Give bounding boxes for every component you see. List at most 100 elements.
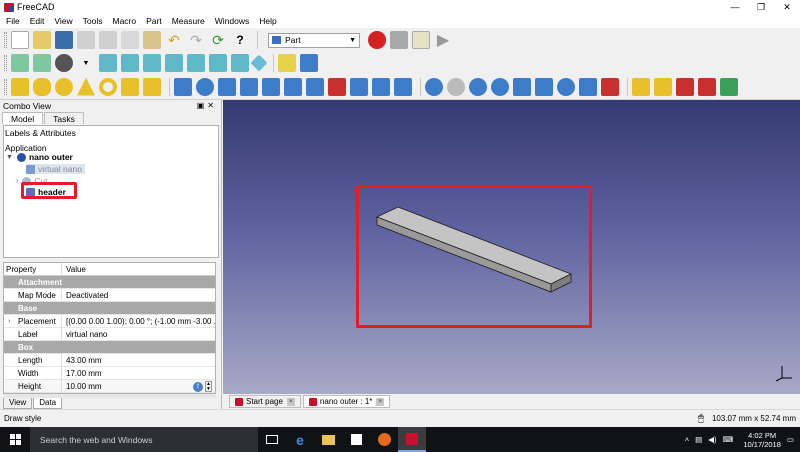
expression-icon[interactable]: f — [193, 381, 203, 392]
primitives-icon[interactable] — [121, 77, 139, 96]
rear-view-icon[interactable] — [187, 54, 205, 72]
expand-icon[interactable]: ▼ — [6, 154, 13, 161]
3d-viewport[interactable] — [223, 100, 800, 394]
split-icon[interactable] — [535, 77, 553, 96]
redo-icon[interactable]: ↷ — [187, 31, 205, 49]
record-macro-icon[interactable] — [368, 31, 386, 49]
open-folder-icon[interactable] — [33, 31, 51, 49]
menu-view[interactable]: View — [50, 16, 78, 26]
menu-measure[interactable]: Measure — [168, 16, 211, 26]
keyboard-icon[interactable]: ⌨ — [723, 435, 734, 444]
taskbar-search[interactable]: Search the web and Windows — [30, 427, 258, 452]
property-value[interactable]: Deactivated — [62, 291, 108, 300]
measure-refresh-icon[interactable] — [676, 77, 694, 96]
notifications-icon[interactable]: ▭ — [787, 435, 794, 444]
section-icon[interactable] — [372, 77, 390, 96]
clock[interactable]: 4:02 PM 10/17/2018 — [743, 431, 781, 449]
property-row[interactable]: Map Mode Deactivated — [4, 288, 215, 302]
check-geometry-icon[interactable] — [579, 77, 597, 96]
paste-icon[interactable] — [143, 31, 161, 49]
cube-icon[interactable] — [11, 77, 29, 96]
make-face-icon[interactable] — [284, 77, 302, 96]
cylinder-icon[interactable] — [33, 77, 51, 96]
ruled-surface-icon[interactable] — [306, 77, 324, 96]
revolve-icon[interactable] — [196, 77, 214, 96]
loft-icon[interactable] — [328, 77, 346, 96]
offset-icon[interactable] — [394, 77, 412, 96]
create-group-icon[interactable] — [300, 54, 318, 72]
stop-macro-icon[interactable] — [390, 31, 408, 49]
property-row[interactable]: Length 43.00 mm — [4, 353, 215, 367]
measure-linear-icon[interactable] — [632, 77, 650, 96]
mouse-icon[interactable]: 🖱 — [698, 413, 704, 424]
chevron-down-icon[interactable]: ▼ — [77, 54, 95, 72]
shape-builder-icon[interactable] — [143, 77, 161, 96]
property-row[interactable]: Label virtual nano — [4, 327, 215, 341]
edge-browser-icon[interactable]: e — [286, 427, 314, 452]
defeaturing-icon[interactable] — [601, 77, 619, 96]
menu-file[interactable]: File — [2, 16, 26, 26]
tree-item-virtual-nano[interactable]: virtual nano — [26, 164, 85, 174]
start-button[interactable] — [0, 427, 30, 452]
menu-edit[interactable]: Edit — [26, 16, 51, 26]
torus-icon[interactable] — [99, 77, 117, 96]
tree-item-nano-outer[interactable]: ▼ nano outer — [6, 152, 73, 162]
create-part-icon[interactable] — [278, 54, 296, 72]
tab-nano-outer[interactable]: nano outer : 1* ✕ — [302, 395, 391, 408]
volume-icon[interactable]: ◀) — [708, 435, 716, 444]
extrude-icon[interactable] — [174, 77, 192, 96]
boolean-icon[interactable] — [425, 77, 443, 96]
tab-model[interactable]: Model — [2, 112, 44, 124]
chamfer-icon[interactable] — [262, 77, 280, 96]
close-button[interactable]: ✕ — [774, 0, 800, 14]
whats-this-icon[interactable]: ? — [231, 31, 249, 49]
task-view-icon[interactable] — [258, 427, 286, 452]
mirror-icon[interactable] — [218, 77, 236, 96]
property-value[interactable]: [(0.00 0.00 1.00); 0.00 °; (-1.00 mm -3.… — [62, 317, 215, 326]
sweep-icon[interactable] — [350, 77, 368, 96]
undo-icon[interactable]: ↶ — [165, 31, 183, 49]
property-row[interactable]: Width 17.00 mm — [4, 366, 215, 380]
firefox-icon[interactable] — [370, 427, 398, 452]
tab-start-page[interactable]: Start page ✕ — [229, 395, 301, 408]
join-icon[interactable] — [513, 77, 531, 96]
freecad-taskbar-icon[interactable] — [398, 427, 426, 452]
compound-icon[interactable] — [557, 77, 575, 96]
left-view-icon[interactable] — [231, 54, 249, 72]
fit-selection-icon[interactable] — [33, 54, 51, 72]
right-view-icon[interactable] — [165, 54, 183, 72]
fuse-icon[interactable] — [469, 77, 487, 96]
workbench-selector[interactable]: Part ▼ — [268, 32, 360, 48]
cut-icon[interactable] — [99, 31, 117, 49]
menu-help[interactable]: Help — [255, 16, 282, 26]
chevron-up-icon[interactable]: ˄ — [685, 435, 689, 444]
maximize-button[interactable]: ❐ — [748, 0, 774, 14]
sphere-icon[interactable] — [55, 77, 73, 96]
draw-style-icon[interactable] — [55, 54, 73, 72]
new-document-icon[interactable] — [11, 31, 29, 49]
front-view-icon[interactable] — [121, 54, 139, 72]
panel-float-close-icon[interactable]: ▣✕ — [197, 100, 217, 112]
measure-icon[interactable] — [250, 54, 268, 72]
property-value[interactable]: 17.00 mm — [62, 369, 102, 378]
property-value[interactable]: 43.00 mm — [62, 356, 102, 365]
property-row[interactable]: › Placement [(0.00 0.00 1.00); 0.00 °; (… — [4, 314, 215, 328]
measure-angular-icon[interactable] — [654, 77, 672, 96]
edit-macro-icon[interactable] — [412, 31, 430, 49]
save-icon[interactable] — [55, 31, 73, 49]
top-view-icon[interactable] — [143, 54, 161, 72]
minimize-button[interactable]: — — [722, 0, 748, 14]
tab-data[interactable]: Data — [33, 398, 63, 409]
cut-boolean-icon[interactable] — [447, 77, 465, 96]
measure-toggle-icon[interactable] — [720, 77, 738, 96]
expand-icon[interactable]: › — [8, 318, 10, 325]
menu-tools[interactable]: Tools — [79, 16, 109, 26]
refresh-icon[interactable]: ⟳ — [209, 31, 227, 49]
bottom-view-icon[interactable] — [209, 54, 227, 72]
menu-windows[interactable]: Windows — [211, 16, 255, 26]
spin-arrows-icon[interactable]: ▲ ▼ — [205, 381, 212, 392]
fit-all-icon[interactable] — [11, 54, 29, 72]
expand-icon[interactable]: › — [16, 178, 18, 185]
common-icon[interactable] — [491, 77, 509, 96]
close-tab-icon[interactable]: ✕ — [376, 397, 385, 406]
